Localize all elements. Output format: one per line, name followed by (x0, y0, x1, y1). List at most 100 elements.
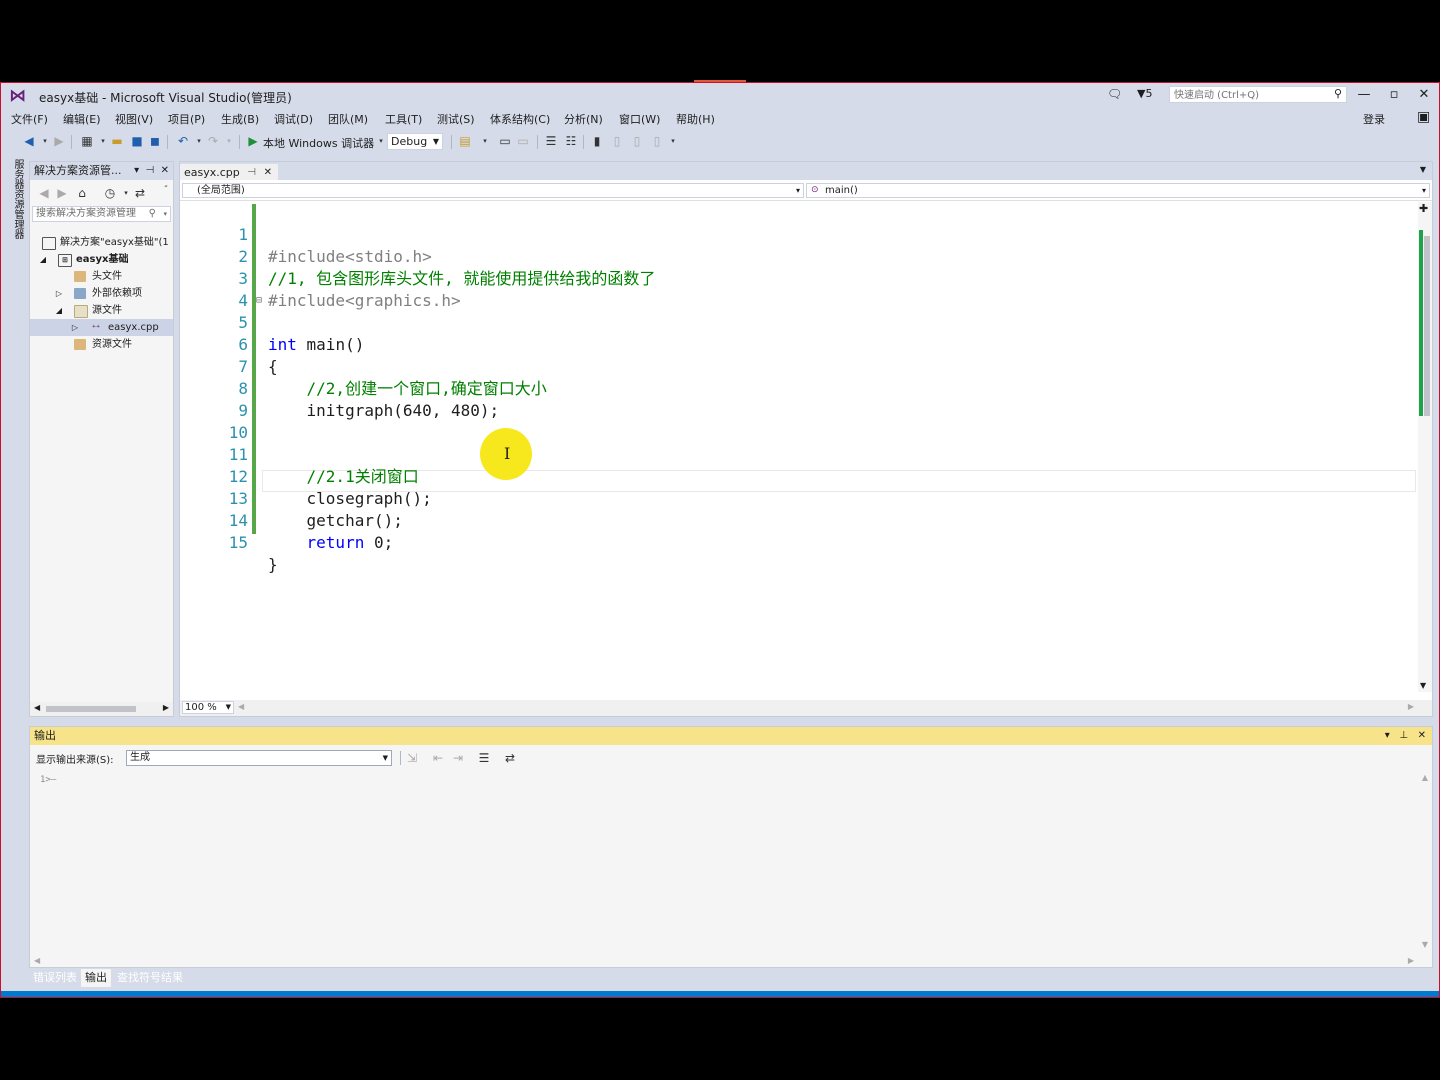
solution-horizontal-scrollbar[interactable]: ◀ ▶ (30, 702, 173, 716)
undo-icon[interactable]: ↶ (175, 133, 191, 149)
tree-item-easyx-cpp[interactable]: ▷ ⁺⁺ easyx.cpp (30, 319, 173, 336)
close-button[interactable]: ✕ (1411, 85, 1437, 105)
uncomment-lines-icon[interactable]: ☷ (563, 133, 579, 149)
scroll-right-icon[interactable]: ▶ (1408, 702, 1414, 711)
tab-overflow-icon[interactable]: ▼ (1420, 165, 1426, 174)
close-icon[interactable]: ✕ (1418, 730, 1426, 741)
menu-tools[interactable]: 工具(T) (383, 111, 424, 127)
tree-item-source-files[interactable]: ◢ 源文件 (30, 302, 173, 319)
split-view-icon[interactable]: ✚ (1419, 202, 1428, 215)
chevron-down-icon[interactable]: ▾ (134, 165, 139, 176)
menu-analyze[interactable]: 分析(N) (562, 111, 605, 127)
forward-icon[interactable]: ▶ (54, 185, 70, 201)
collapsed-arrow-icon[interactable]: ▷ (54, 285, 64, 302)
open-file-icon[interactable]: ▬ (109, 133, 125, 149)
zoom-select[interactable]: 100 % ▼ (182, 701, 234, 714)
tree-item-header-files[interactable]: 头文件 (30, 268, 173, 285)
code-view[interactable]: ⊟ 1 #include<stdio.h> 2 //1, 包含图形库头文件, 就… (180, 202, 1416, 692)
back-icon[interactable]: ◀ (21, 133, 37, 149)
login-link[interactable]: 登录 (1361, 111, 1387, 127)
clear-all-icon[interactable]: ☰ (476, 750, 492, 766)
notifications-button[interactable]: ▼5 (1137, 87, 1152, 100)
history-icon[interactable]: ◷ (102, 185, 118, 201)
menu-project[interactable]: 项目(P) (166, 111, 207, 127)
close-icon[interactable]: ✕ (264, 164, 272, 182)
tab-easyx-cpp[interactable]: easyx.cpp ⊣ ✕ (180, 162, 278, 180)
menu-architecture[interactable]: 体系结构(C) (488, 111, 552, 127)
new-project-icon[interactable]: ▦ (79, 133, 95, 149)
bookmark-icon[interactable]: ▮ (589, 133, 605, 149)
quick-launch-input[interactable] (1170, 87, 1328, 103)
maximize-button[interactable]: ▫ (1381, 85, 1407, 105)
navigate-icon[interactable]: ▭ (497, 133, 513, 149)
find-in-files-icon[interactable]: ▤ (457, 133, 473, 149)
next-bookmark-icon[interactable]: ▯ (629, 133, 645, 149)
collapsed-arrow-icon[interactable]: ▷ (70, 319, 80, 336)
chevron-down-icon[interactable]: ▾ (1385, 730, 1390, 741)
navigate-2-icon[interactable]: ▭ (515, 133, 531, 149)
tree-item-resource-files[interactable]: 资源文件 (30, 336, 173, 353)
solution-search-input[interactable]: 搜索解决方案资源管理 ⚲ ▾ (32, 206, 171, 222)
scroll-right-icon[interactable]: ▶ (1408, 956, 1414, 965)
quick-launch-box[interactable]: ⚲ (1169, 86, 1347, 103)
menu-edit[interactable]: 编辑(E) (61, 111, 103, 127)
scroll-left-icon[interactable]: ◀ (34, 956, 40, 965)
scrollbar-thumb[interactable] (1424, 236, 1430, 416)
feedback-icon[interactable]: 🗨 (1107, 87, 1122, 101)
forward-icon[interactable]: ▶ (51, 133, 67, 149)
start-debug-icon[interactable]: ▶ (245, 133, 261, 149)
minimize-button[interactable]: — (1351, 85, 1377, 105)
scroll-left-icon[interactable]: ◀ (238, 702, 244, 711)
comment-lines-icon[interactable]: ☰ (543, 133, 559, 149)
tab-error-list[interactable]: 错误列表 (29, 969, 81, 987)
pin-icon[interactable]: ⊣ (247, 164, 256, 182)
redo-icon[interactable]: ↷ (205, 133, 221, 149)
account-icon[interactable]: ▣ (1415, 109, 1432, 125)
word-wrap-icon[interactable]: ⇄ (502, 750, 518, 766)
tree-item-external-deps[interactable]: ▷ 外部依赖项 (30, 285, 173, 302)
tree-item-project[interactable]: ◢ ⊞ easyx基础 (30, 251, 173, 268)
menu-view[interactable]: 视图(V) (113, 111, 155, 127)
search-options-icon[interactable]: ▾ (163, 207, 167, 221)
next-message-icon[interactable]: ⇥ (450, 750, 466, 766)
menu-team[interactable]: 团队(M) (326, 111, 370, 127)
prev-bookmark-icon[interactable]: ▯ (609, 133, 625, 149)
more-icon[interactable]: ″ (158, 182, 174, 198)
redo-dropdown-icon[interactable]: ▾ (221, 133, 237, 149)
menu-help[interactable]: 帮助(H) (674, 111, 717, 127)
scroll-down-icon[interactable]: ▼ (1422, 940, 1428, 949)
back-icon[interactable]: ◀ (36, 185, 52, 201)
toolbar-overflow-icon[interactable]: ▾ (665, 133, 681, 149)
scroll-up-icon[interactable]: ▲ (1422, 773, 1428, 782)
pin-icon[interactable]: ⊣ (146, 165, 155, 176)
sync-icon[interactable]: ⇄ (132, 185, 148, 201)
start-debug-button[interactable]: 本地 Windows 调试器 (263, 135, 374, 151)
expanded-arrow-icon[interactable]: ◢ (38, 251, 48, 268)
scroll-right-icon[interactable]: ▶ (163, 703, 169, 712)
server-explorer-tab[interactable]: 服务器资源管理器 (7, 159, 25, 269)
pin-icon[interactable]: ⊥ (1399, 730, 1408, 741)
menu-debug[interactable]: 调试(D) (272, 111, 315, 127)
output-source-select[interactable]: 生成 ▼ (126, 750, 392, 766)
save-all-icon[interactable]: ◼ (147, 133, 163, 149)
find-dropdown-icon[interactable]: ▾ (477, 133, 493, 149)
function-dropdown[interactable]: ⊙ main() ▾ (806, 183, 1430, 198)
menu-build[interactable]: 生成(B) (219, 111, 261, 127)
expanded-arrow-icon[interactable]: ◢ (54, 302, 64, 319)
clear-bookmarks-icon[interactable]: ▯ (649, 133, 665, 149)
editor-vertical-scrollbar[interactable]: ✚ ▼ (1418, 202, 1432, 692)
scrollbar-thumb[interactable] (46, 706, 136, 712)
scroll-left-icon[interactable]: ◀ (34, 703, 40, 712)
tab-find-symbol-results[interactable]: 查找符号结果 (113, 969, 187, 987)
menu-test[interactable]: 测试(S) (435, 111, 477, 127)
scope-dropdown[interactable]: (全局范围) ▾ (182, 183, 804, 198)
scroll-down-icon[interactable]: ▼ (1420, 681, 1426, 690)
solution-configuration-select[interactable]: Debug ▼ (387, 133, 443, 150)
previous-message-icon[interactable]: ⇤ (430, 750, 446, 766)
close-icon[interactable]: ✕ (161, 165, 169, 176)
menu-file[interactable]: 文件(F) (9, 111, 50, 127)
go-to-message-icon[interactable]: ⇲ (404, 750, 420, 766)
tree-item-solution[interactable]: 解决方案"easyx基础"(1 (30, 234, 173, 251)
menu-window[interactable]: 窗口(W) (617, 111, 662, 127)
tab-output[interactable]: 输出 (81, 969, 111, 987)
